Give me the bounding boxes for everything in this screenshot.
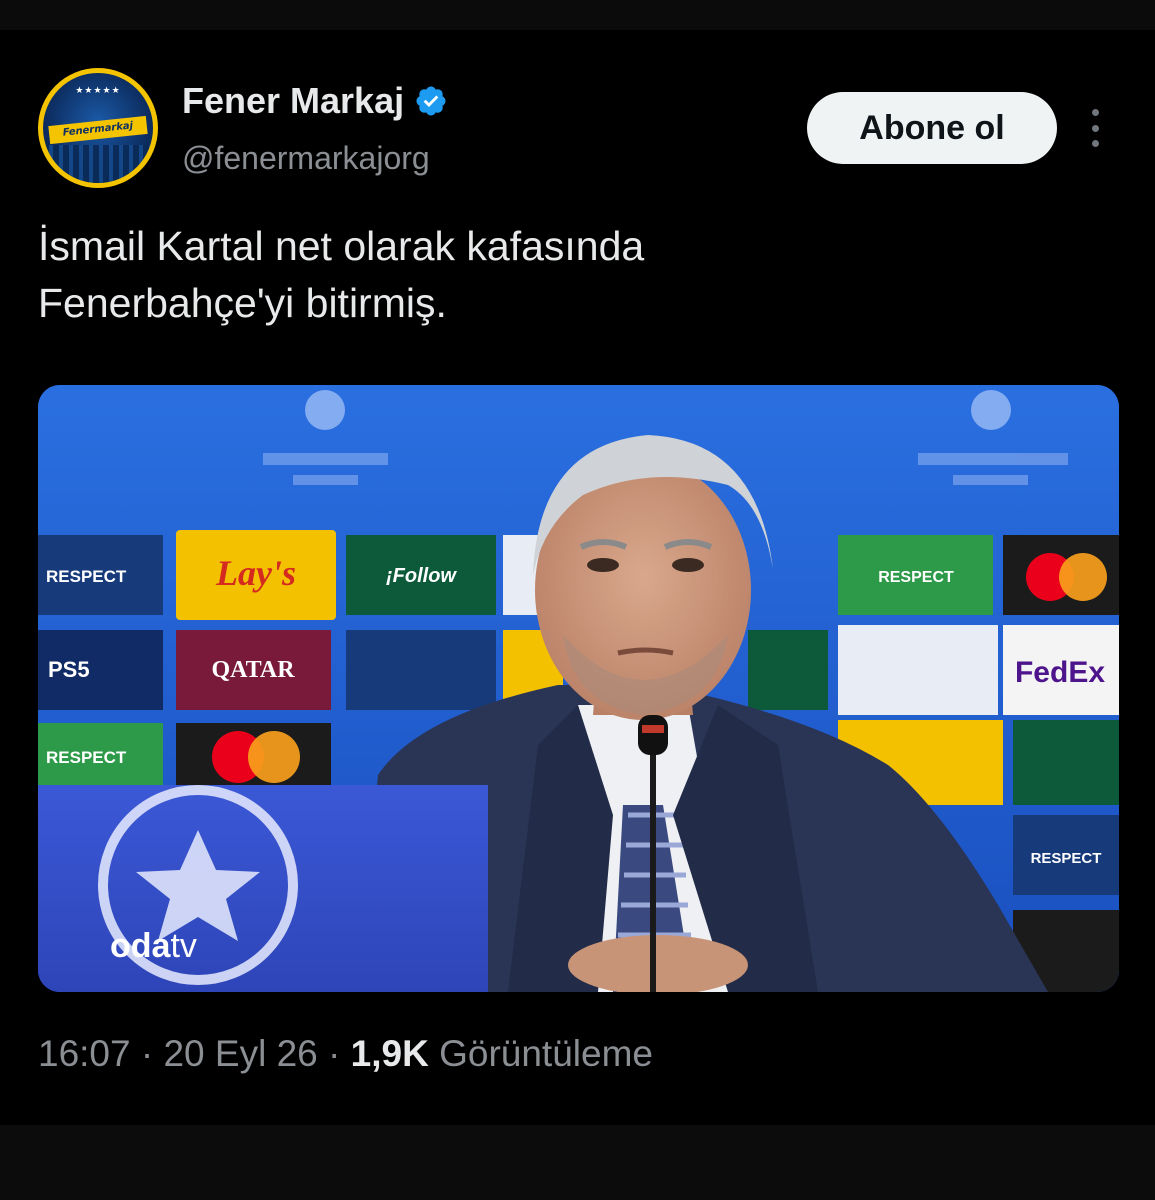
bottom-strip [0, 1125, 1155, 1200]
tweet-time[interactable]: 16:07 [38, 1033, 131, 1074]
avatar-stars: ★★★★★ [75, 85, 121, 95]
tweet-text-line: İsmail Kartal net olarak kafasında [38, 223, 645, 269]
tweet-text-line: Fenerbahçe'yi bitirmiş. [38, 280, 447, 326]
meta-separator: · [140, 1033, 154, 1074]
more-dot [1091, 109, 1099, 116]
press-conference-photo: RESPECT Lay's ¡Follow RESPECT PS5 QATAR … [38, 385, 1119, 992]
watermark-bold: oda [110, 927, 172, 965]
avatar[interactable]: ★★★★★ Fenermarkaj [38, 68, 158, 188]
avatar-crowd-graphic [43, 145, 153, 183]
tweet-meta: 16:07 · 20 Eyl 26 · 1,9K Görüntüleme [38, 1033, 653, 1075]
verified-badge-icon [416, 86, 446, 116]
avatar-image: ★★★★★ Fenermarkaj [43, 73, 153, 183]
views-count[interactable]: 1,9K [351, 1033, 429, 1074]
account-name-row: Fener Markaj [182, 80, 448, 122]
board-lays: Lay's [215, 553, 296, 593]
more-vertical-icon[interactable] [1080, 105, 1110, 151]
tweet-date[interactable]: 20 Eyl 26 [163, 1033, 317, 1074]
meta-separator: · [328, 1033, 341, 1074]
odatv-watermark: odatv [110, 927, 197, 965]
avatar-logo-text: Fenermarkaj [48, 115, 148, 145]
tweet-media-photo[interactable]: RESPECT Lay's ¡Follow RESPECT PS5 QATAR … [38, 385, 1119, 992]
svg-text:PS5: PS5 [48, 657, 90, 682]
follow-button[interactable]: Abone ol [807, 92, 1057, 164]
tweet-text: İsmail Kartal net olarak kafasında Fener… [38, 218, 1118, 332]
more-dot [1091, 140, 1099, 147]
watermark-light: tv [170, 927, 196, 965]
views-label: Görüntüleme [439, 1033, 653, 1074]
board-follow: ¡Follow [386, 565, 457, 587]
display-name[interactable]: Fener Markaj [182, 80, 404, 122]
board-fedex: FedEx [1015, 656, 1105, 689]
board-respect-2: RESPECT [878, 569, 954, 586]
board-respect-3: RESPECT [46, 748, 127, 767]
more-dot [1091, 124, 1099, 132]
board-respect-4: RESPECT [1031, 850, 1102, 867]
account-handle[interactable]: @fenermarkajorg [182, 140, 430, 177]
top-status-strip [0, 0, 1155, 30]
board-respect-1: RESPECT [46, 567, 127, 586]
board-qatar: QATAR [211, 657, 295, 683]
